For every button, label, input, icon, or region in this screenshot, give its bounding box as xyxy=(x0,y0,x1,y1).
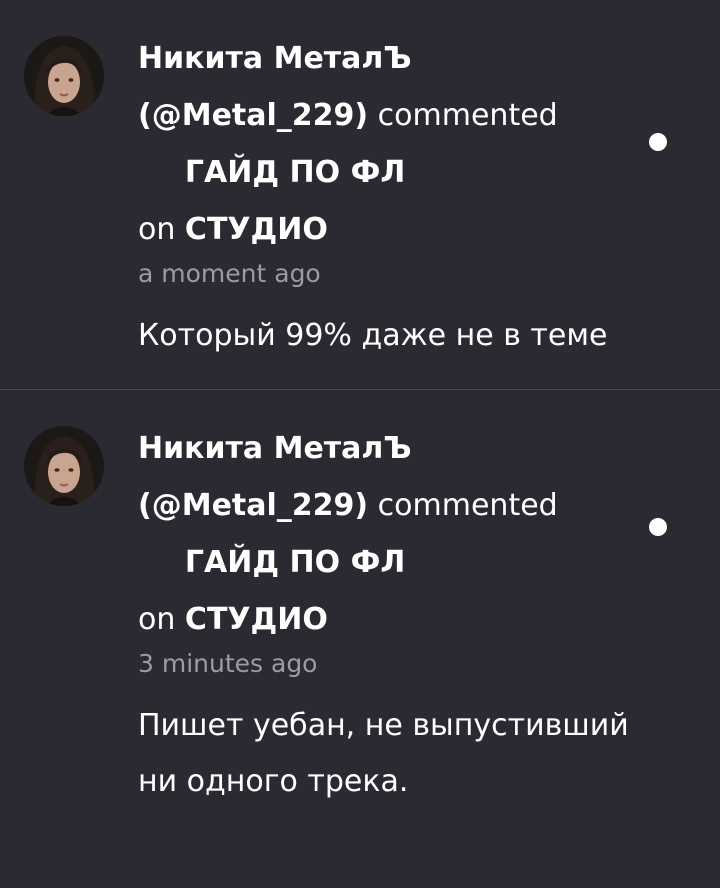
notification-feed: Никита МеталЪ (@Metal_229) commented on … xyxy=(0,0,720,888)
action-preposition: on xyxy=(138,602,176,637)
notification-headline: Никита МеталЪ (@Metal_229) commented on … xyxy=(138,30,638,258)
timestamp: a moment ago xyxy=(138,259,321,288)
post-title-link[interactable]: ГАЙД ПО ФЛ СТУДИО xyxy=(185,144,505,258)
avatar[interactable] xyxy=(24,36,104,116)
notification-item[interactable]: Никита МеталЪ (@Metal_229) commented on … xyxy=(0,0,720,389)
action-preposition: on xyxy=(138,212,176,247)
avatar-portrait xyxy=(24,36,104,116)
unread-indicator xyxy=(649,518,667,536)
author-handle[interactable]: (@Metal_229) xyxy=(138,98,368,133)
notification-text: Никита МеталЪ (@Metal_229) commented on … xyxy=(138,30,638,364)
action-verb: commented xyxy=(377,488,558,523)
author-name[interactable]: Никита МеталЪ xyxy=(138,41,412,76)
comment-text: Который 99% даже не в теме xyxy=(138,318,608,353)
notification-text: Никита МеталЪ (@Metal_229) commented on … xyxy=(138,420,638,810)
avatar-portrait xyxy=(24,426,104,506)
author-name[interactable]: Никита МеталЪ xyxy=(138,431,412,466)
unread-indicator xyxy=(649,133,667,151)
post-title-link[interactable]: ГАЙД ПО ФЛ СТУДИО xyxy=(185,534,505,648)
comment-text: Пишет уебан, не выпустивший ни одного тр… xyxy=(138,708,629,799)
notification-item[interactable]: Никита МеталЪ (@Metal_229) commented on … xyxy=(0,390,720,888)
notification-headline: Никита МеталЪ (@Metal_229) commented on … xyxy=(138,420,638,648)
author-handle[interactable]: (@Metal_229) xyxy=(138,488,368,523)
action-verb: commented xyxy=(377,98,558,133)
timestamp: 3 minutes ago xyxy=(138,649,318,678)
avatar[interactable] xyxy=(24,426,104,506)
